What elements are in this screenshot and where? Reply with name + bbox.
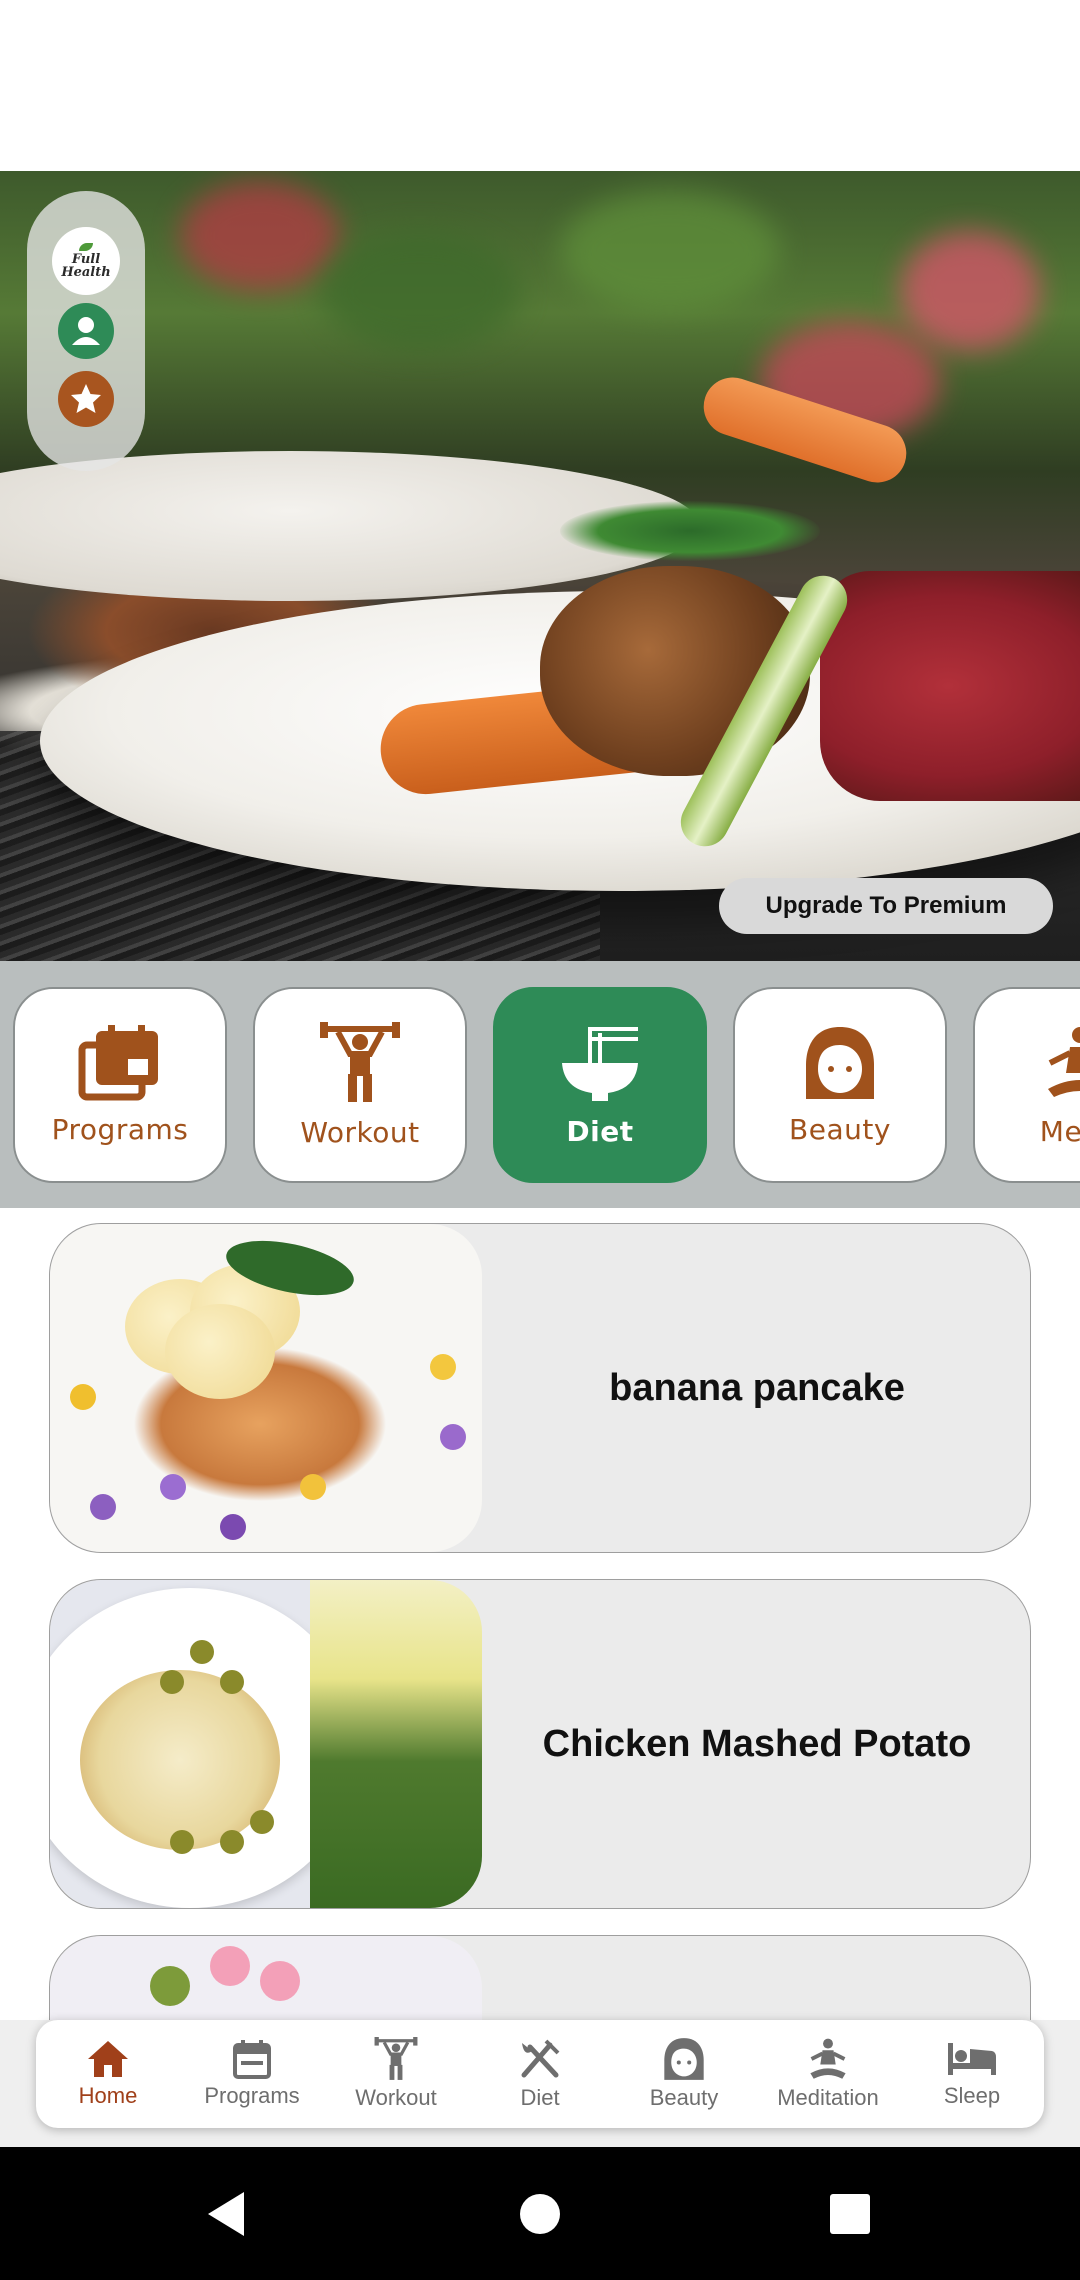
nav-workout[interactable]: Workout	[324, 2020, 468, 2128]
star-icon	[71, 384, 101, 413]
nav-home[interactable]: Home	[36, 2020, 180, 2128]
premium-star-button[interactable]	[58, 371, 114, 427]
recipe-image	[50, 1224, 482, 1552]
status-bar-area	[0, 0, 1080, 171]
fork-knife-icon	[521, 2039, 560, 2078]
home-icon	[88, 2041, 128, 2077]
recipe-card-chicken-mashed-potato[interactable]: Chicken Mashed Potato	[49, 1579, 1031, 1909]
category-beauty[interactable]: Beauty	[733, 987, 947, 1183]
weightlifter-icon	[374, 2037, 418, 2080]
hero-banner-image	[0, 171, 1080, 961]
calendar-icon	[233, 2040, 271, 2079]
category-diet[interactable]: Diet	[493, 987, 707, 1183]
meditation-icon	[1048, 1026, 1080, 1097]
upgrade-premium-button[interactable]: Upgrade To Premium	[719, 878, 1053, 934]
category-scroller[interactable]: Programs Workout Diet Beauty Me	[0, 961, 1080, 1208]
nav-sleep[interactable]: Sleep	[900, 2020, 1044, 2128]
nav-meditation[interactable]: Meditation	[756, 2020, 900, 2128]
calendar-icon	[78, 1024, 158, 1100]
profile-button[interactable]	[58, 303, 114, 359]
recipe-title: Chicken Mashed Potato	[542, 1722, 972, 1765]
recipe-card-partial[interactable]	[49, 1935, 1031, 2020]
nav-diet[interactable]: Diet	[468, 2020, 612, 2128]
back-button[interactable]	[166, 2147, 286, 2280]
woman-face-icon	[664, 2038, 704, 2080]
app-logo[interactable]: Full Health	[52, 227, 120, 295]
recipe-list[interactable]: banana pancake Chicken Mashed Potato	[0, 1208, 1080, 2020]
category-meditation[interactable]: Medit	[973, 987, 1080, 1183]
system-navigation-bar	[0, 2147, 1080, 2280]
noodle-bowl-icon	[562, 1026, 638, 1101]
category-workout[interactable]: Workout	[253, 987, 467, 1183]
home-system-button[interactable]	[480, 2147, 600, 2280]
recipe-card-banana-pancake[interactable]: banana pancake	[49, 1223, 1031, 1553]
recipe-title: banana pancake	[609, 1366, 905, 1409]
bed-icon	[948, 2043, 996, 2075]
side-panel: Full Health	[27, 191, 145, 471]
recents-button[interactable]	[790, 2147, 910, 2280]
back-triangle-icon	[208, 2191, 244, 2236]
meditation-icon	[810, 2038, 846, 2079]
nav-beauty[interactable]: Beauty	[612, 2020, 756, 2128]
recipe-image	[50, 1580, 482, 1908]
category-programs[interactable]: Programs	[13, 987, 227, 1183]
home-circle-icon	[520, 2193, 560, 2234]
user-icon	[72, 317, 100, 345]
recipe-image	[50, 1936, 482, 2020]
recipe-title	[482, 1936, 1030, 2020]
recents-square-icon	[830, 2193, 870, 2234]
woman-face-icon	[806, 1026, 874, 1099]
nav-programs[interactable]: Programs	[180, 2020, 324, 2128]
bottom-navigation: Home Programs Workout Diet Beauty Medita…	[36, 2020, 1044, 2128]
weightlifter-icon	[320, 1021, 400, 1102]
